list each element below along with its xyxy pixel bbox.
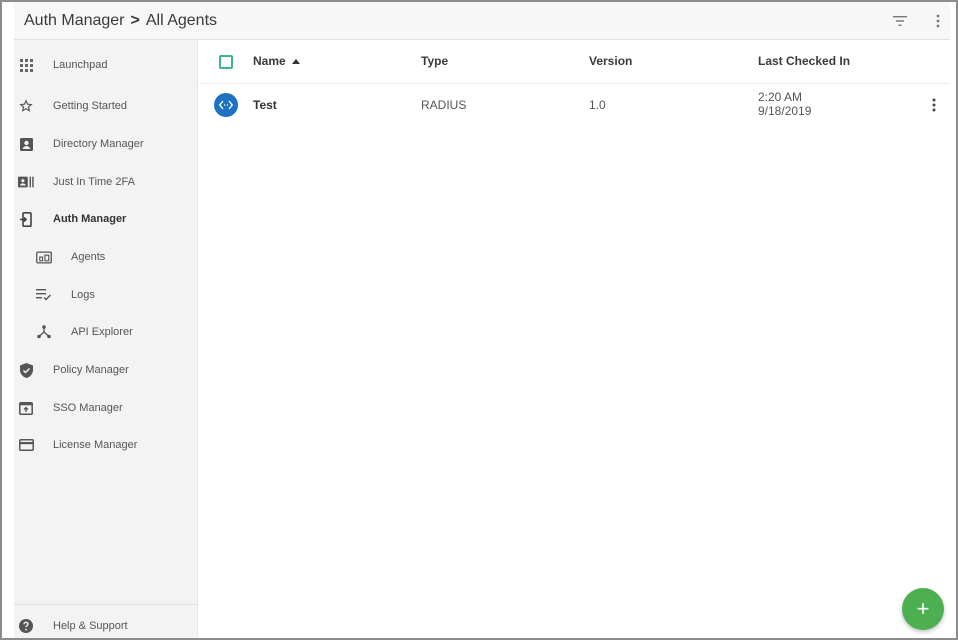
breadcrumb-current: All Agents (145, 11, 218, 29)
agents-icon (36, 249, 52, 265)
sidebar-item-sso-manager[interactable]: SSO Manager (14, 393, 198, 423)
filter-icon[interactable] (890, 11, 910, 31)
sidebar-item-label: Getting Started (53, 100, 127, 112)
sidebar-item-getting-started[interactable]: Getting Started (14, 91, 198, 121)
agents-table: Name Type Version Last Checked In Test R… (199, 40, 950, 638)
sidebar-item-label: Launchpad (53, 59, 108, 71)
last-checked-time: 2:20 AM (758, 90, 803, 104)
agent-last-checked-in: 2:20 AM 9/18/2019 (758, 90, 811, 118)
column-header-version[interactable]: Version (589, 54, 632, 68)
agent-type: RADIUS (421, 98, 467, 112)
star-icon (18, 98, 34, 114)
column-header-type[interactable]: Type (421, 54, 448, 68)
agent-name[interactable]: Test (253, 98, 277, 112)
sidebar-item-label: Directory Manager (53, 138, 144, 150)
hub-icon (36, 324, 52, 340)
apps-grid-icon (18, 57, 34, 73)
sidebar-item-agents[interactable]: Agents (14, 242, 198, 272)
sidebar: Launchpad Getting Started Directory Mana… (14, 40, 198, 638)
sidebar-item-label: SSO Manager (53, 402, 123, 414)
agent-version: 1.0 (589, 98, 606, 112)
sidebar-divider (14, 604, 198, 605)
column-header-last-checked-in[interactable]: Last Checked In (758, 54, 850, 68)
sso-window-icon (18, 400, 34, 416)
sidebar-item-directory-manager[interactable]: Directory Manager (14, 129, 198, 159)
badge-icon (18, 174, 34, 190)
sidebar-item-label: API Explorer (71, 326, 133, 338)
shield-check-icon (18, 362, 34, 378)
sidebar-item-logs[interactable]: Logs (14, 280, 198, 310)
sort-ascending-icon (291, 58, 300, 64)
sidebar-item-label: Help & Support (53, 620, 128, 632)
sidebar-item-label: Auth Manager (53, 213, 127, 225)
row-more-vert-icon[interactable] (926, 95, 942, 115)
sidebar-item-policy-manager[interactable]: Policy Manager (14, 355, 198, 385)
code-arrows-icon[interactable] (214, 93, 238, 117)
sidebar-item-label: License Manager (53, 439, 138, 451)
table-row[interactable]: Test RADIUS 1.0 2:20 AM 9/18/2019 (199, 85, 950, 125)
add-icon: + (916, 596, 930, 621)
credit-card-icon (18, 437, 34, 453)
sidebar-item-license-manager[interactable]: License Manager (14, 430, 198, 460)
sidebar-item-api-explorer[interactable]: API Explorer (14, 317, 198, 347)
table-header: Name Type Version Last Checked In (199, 40, 950, 84)
sidebar-item-auth-manager[interactable]: Auth Manager (14, 204, 198, 234)
sidebar-item-label: Policy Manager (53, 364, 129, 376)
breadcrumb-separator: > (130, 11, 140, 29)
sidebar-item-help-support[interactable]: Help & Support (14, 611, 198, 638)
header-actions (890, 11, 948, 31)
login-icon (18, 211, 34, 227)
select-all-checkbox[interactable] (219, 55, 233, 69)
more-vert-icon[interactable] (928, 11, 948, 31)
add-agent-button[interactable]: + (902, 588, 944, 630)
contact-card-icon (18, 136, 34, 152)
app-window: Auth Manager > All Agents Launchpad Gett… (0, 0, 958, 640)
sidebar-item-label: Logs (71, 289, 95, 301)
column-header-name[interactable]: Name (253, 54, 300, 68)
last-checked-date: 9/18/2019 (758, 104, 812, 118)
breadcrumb: Auth Manager > All Agents (24, 12, 217, 30)
sidebar-item-just-in-time-2fa[interactable]: Just In Time 2FA (14, 167, 198, 197)
sidebar-item-label: Agents (71, 251, 106, 263)
sidebar-item-launchpad[interactable]: Launchpad (14, 50, 198, 80)
top-bar: Auth Manager > All Agents (14, 2, 950, 40)
sidebar-item-label: Just In Time 2FA (53, 176, 135, 188)
list-check-icon (36, 287, 52, 303)
help-icon (18, 618, 34, 634)
breadcrumb-parent[interactable]: Auth Manager (24, 12, 125, 30)
